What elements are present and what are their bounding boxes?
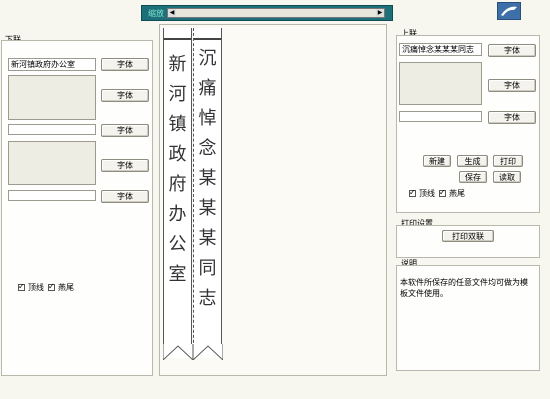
couplet-character: 镇	[168, 114, 187, 135]
couplet-character: 念	[198, 138, 217, 159]
app-logo-icon	[497, 2, 521, 20]
scroll-top-line	[164, 38, 191, 40]
swallowtail-right-icon	[193, 344, 223, 360]
left-scroll-text: 新河镇政府办公室	[164, 50, 191, 290]
right-font-button-2[interactable]: 字体	[488, 79, 536, 92]
left-font-button-3[interactable]: 字体	[101, 124, 149, 137]
left-swallowtail-label: 燕尾	[58, 283, 74, 292]
left-font-button-4[interactable]: 字体	[101, 159, 149, 172]
right-font-button-3[interactable]: 字体	[488, 111, 536, 124]
couplet-character: 公	[168, 234, 187, 255]
left-font-button-5[interactable]: 字体	[101, 190, 149, 203]
swallowtail-left-icon	[163, 344, 193, 360]
arrow-logo-icon	[501, 6, 517, 16]
right-scroll-text: 沉痛悼念某某某同志	[194, 44, 221, 314]
couplet-character: 沉	[198, 48, 217, 69]
print-couplet-button[interactable]: 打印双联	[442, 230, 494, 242]
right-font-button-1[interactable]: 字体	[488, 44, 536, 57]
couplet-character: 政	[168, 144, 187, 165]
couplet-character: 某	[198, 228, 217, 249]
couplet-character: 河	[168, 84, 187, 105]
scroll-left-icon[interactable]: ◀	[168, 9, 176, 17]
left-top-line-label: 顶线	[28, 283, 44, 292]
right-swallowtail-label: 燕尾	[449, 189, 465, 198]
scroll-top-line	[194, 38, 221, 40]
couplet-character: 志	[198, 288, 217, 309]
right-text-area[interactable]	[399, 62, 482, 105]
couplet-scroll-left: 新河镇政府办公室	[163, 28, 193, 360]
left-font-button-2[interactable]: 字体	[101, 89, 149, 102]
print-button[interactable]: 打印	[493, 155, 523, 167]
left-text-field-2[interactable]	[8, 124, 96, 135]
right-swallowtail-checkbox[interactable]: 燕尾	[439, 188, 465, 199]
generate-button[interactable]: 生成	[457, 155, 488, 167]
couplet-character: 痛	[198, 78, 217, 99]
left-text-field[interactable]: 新河镇政府办公室	[8, 58, 96, 71]
scroll-right-icon[interactable]: ▶	[376, 9, 384, 17]
new-button[interactable]: 新建	[423, 155, 451, 167]
couplet-character: 悼	[198, 108, 217, 129]
left-text-field-3[interactable]	[8, 190, 96, 201]
couplet-character: 某	[198, 198, 217, 219]
couplet-character: 府	[168, 174, 187, 195]
couplet-character: 某	[198, 168, 217, 189]
zoom-slider[interactable]: ◀ ▶	[167, 8, 385, 18]
right-top-line-checkbox[interactable]: 顶线	[409, 188, 435, 199]
right-top-line-label: 顶线	[419, 189, 435, 198]
description-text: 本软件所保存的任意文件均可做为模板文件使用。	[400, 278, 528, 298]
left-text-area-1[interactable]	[8, 75, 96, 120]
right-text-field-2[interactable]	[399, 111, 482, 122]
checkbox-checked-icon	[409, 188, 416, 197]
couplet-character: 室	[168, 264, 187, 285]
couplet-character: 新	[168, 54, 187, 75]
zoom-label: 缩放	[148, 9, 164, 18]
right-text-field[interactable]: 沉痛悼念某某某同志	[399, 43, 482, 56]
zoom-toolbar: 缩放 ◀ ▶	[141, 5, 393, 21]
checkbox-checked-icon	[48, 282, 55, 291]
couplet-character: 同	[198, 258, 217, 279]
couplet-scroll-right: 沉痛悼念某某某同志	[193, 28, 223, 360]
left-text-area-2[interactable]	[8, 141, 96, 185]
checkbox-checked-icon	[439, 188, 446, 197]
save-button[interactable]: 保存	[459, 171, 487, 183]
left-font-button-1[interactable]: 字体	[101, 58, 149, 71]
left-swallowtail-checkbox[interactable]: 燕尾	[48, 282, 74, 293]
load-button[interactable]: 读取	[493, 171, 521, 183]
couplet-character: 办	[168, 204, 187, 225]
checkbox-checked-icon	[18, 282, 25, 291]
left-top-line-checkbox[interactable]: 顶线	[18, 282, 44, 293]
